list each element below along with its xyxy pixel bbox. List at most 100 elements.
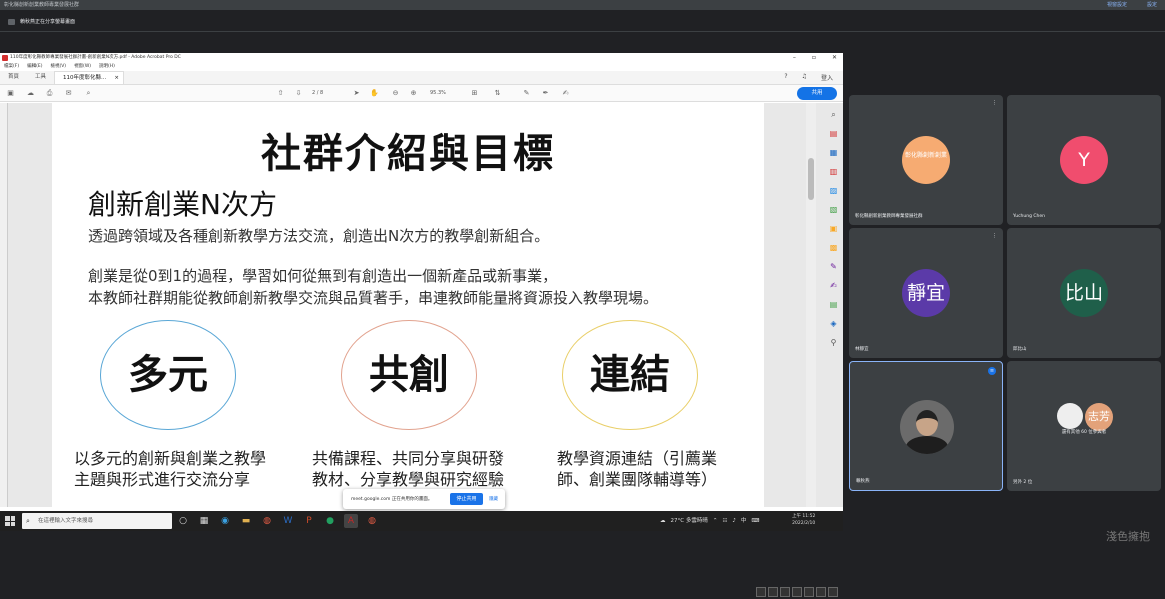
participant-avatar: 靜宜 <box>902 269 950 317</box>
participant-tile[interactable]: ⋮ 靜宜 林靜宜 <box>849 228 1003 358</box>
print-icon[interactable]: ⎙ <box>45 89 54 98</box>
settings-link[interactable]: 設定 <box>1147 0 1157 10</box>
scroll-mode-icon[interactable]: ⇅ <box>493 89 502 98</box>
menu-edit[interactable]: 編輯(E) <box>27 63 42 71</box>
widgets-icon[interactable]: ▦ <box>197 514 211 528</box>
select-cursor-icon[interactable]: ➤ <box>352 89 361 98</box>
zoom-search-icon[interactable]: ⌕ <box>829 108 838 121</box>
mini-control-6[interactable] <box>816 587 826 597</box>
more-tools-icon[interactable]: ⚲ <box>829 336 838 349</box>
zoom-level[interactable]: 95.3% <box>430 89 446 98</box>
hand-tool-icon[interactable]: ✋ <box>370 89 379 98</box>
presenting-label: 賴秋燕正在分享螢幕畫面 <box>20 19 76 25</box>
organize-pages-icon[interactable]: ▥ <box>829 165 838 178</box>
acrobat-taskbar-icon[interactable]: A <box>344 514 358 528</box>
line-icon[interactable]: ● <box>323 514 337 528</box>
file-explorer-icon[interactable]: ▬ <box>239 514 253 528</box>
minimize-icon[interactable]: – <box>793 53 796 63</box>
mini-control-7[interactable] <box>828 587 838 597</box>
mini-control-3[interactable] <box>780 587 790 597</box>
highlight-icon[interactable]: ✒ <box>541 89 550 98</box>
comment-icon[interactable]: ✎ <box>522 89 531 98</box>
volume-icon[interactable]: ♪ <box>732 514 736 528</box>
search-icon[interactable]: ⌕ <box>84 89 93 98</box>
combine-files-icon[interactable]: ▦ <box>829 146 838 159</box>
start-windows-icon[interactable] <box>5 516 15 526</box>
presenting-chip[interactable]: 賴秋燕正在分享螢幕畫面 <box>4 16 81 28</box>
participant-tile[interactable]: ⋮ 彰化縣創新創業 彰化縣創新創業教師專業發展社群 <box>849 95 1003 225</box>
hide-notice-button[interactable]: 隱藏 <box>489 496 498 502</box>
maximize-icon[interactable]: ▫ <box>812 53 816 63</box>
weather-text[interactable]: 27°C 多雲時晴 <box>671 514 708 528</box>
ime-mode-icon[interactable]: ⌨ <box>751 514 759 528</box>
fill-sign-icon[interactable]: ✎ <box>829 260 838 273</box>
sign-icon[interactable]: ✍ <box>561 89 570 98</box>
left-panel-rail[interactable] <box>0 103 8 507</box>
mini-control-4[interactable] <box>792 587 802 597</box>
close-icon[interactable]: ✕ <box>832 53 837 63</box>
login-link[interactable]: 登入 <box>821 73 833 82</box>
task-view-icon[interactable]: ○ <box>176 514 190 528</box>
chrome-2-icon[interactable]: ◍ <box>365 514 379 528</box>
window-settings-link[interactable]: 視窗設定 <box>1107 0 1127 10</box>
tab-document[interactable]: 110年度彰化縣... × <box>54 71 125 85</box>
desc-connect-line-2: 師、創業團隊輔導等） <box>557 470 718 489</box>
next-page-icon[interactable]: ⇩ <box>294 89 303 98</box>
comment-tool-icon[interactable]: ▣ <box>829 222 838 235</box>
participant-tile-speaking[interactable]: ≡ 賴秋燕 <box>849 361 1003 491</box>
export-pdf-icon[interactable]: ▨ <box>829 184 838 197</box>
tab-home[interactable]: 首頁 <box>0 71 27 84</box>
scan-icon[interactable]: ▤ <box>829 298 838 311</box>
protect-icon[interactable]: ◈ <box>829 317 838 330</box>
ime-indicator[interactable]: 中 <box>741 514 747 528</box>
tab-tools[interactable]: 工具 <box>27 71 54 84</box>
taskbar-clock[interactable]: 上午 11:52 2022/2/10 <box>792 513 815 527</box>
mail-icon[interactable]: ✉ <box>64 89 73 98</box>
page-indicator[interactable]: 2 / 8 <box>312 89 323 98</box>
upload-icon[interactable]: ☁ <box>26 89 35 98</box>
stamp-icon[interactable]: ▩ <box>829 241 838 254</box>
participant-tile[interactable]: Y Yuchung Chen <box>1007 95 1161 225</box>
menu-window[interactable]: 視窗(W) <box>74 63 91 71</box>
participant-photo-avatar <box>1057 403 1083 429</box>
mini-control-1[interactable] <box>756 587 766 597</box>
tab-close-icon[interactable]: × <box>114 72 119 85</box>
menu-file[interactable]: 檔案(F) <box>4 63 19 71</box>
clock-date: 2022/2/10 <box>792 521 816 526</box>
watermark: 淺色擁抱 <box>1106 530 1150 543</box>
edit-pdf-icon[interactable]: ▧ <box>829 203 838 216</box>
menu-view[interactable]: 檢視(V) <box>50 63 66 71</box>
presenting-bar: 賴秋燕正在分享螢幕畫面 <box>0 10 1165 32</box>
acrobat-toolbar: ▣ ☁ ⎙ ✉ ⌕ ⇧ ⇩ 2 / 8 ➤ ✋ ⊖ ⊕ 95.3% ⊞ ⇅ ✎ … <box>0 85 843 102</box>
bell-icon[interactable]: ♫ <box>802 73 807 82</box>
taskbar-search-input[interactable]: ⌕ 在這裡輸入文字來搜尋 <box>22 513 172 529</box>
desc-connect-line-1: 教學資源連結（引薦業 <box>557 449 718 468</box>
help-icon[interactable]: ? <box>784 73 787 82</box>
save-icon[interactable]: ▣ <box>6 89 15 98</box>
video-person-body <box>906 436 948 454</box>
scrollbar-thumb[interactable] <box>808 158 814 200</box>
mini-control-5[interactable] <box>804 587 814 597</box>
vertical-scrollbar[interactable] <box>806 103 816 507</box>
powerpoint-icon[interactable]: P <box>302 514 316 528</box>
prev-page-icon[interactable]: ⇧ <box>276 89 285 98</box>
share-button[interactable]: 共用 <box>797 87 837 100</box>
network-icon[interactable]: ☷ <box>722 514 727 528</box>
menu-help[interactable]: 說明(H) <box>99 63 115 71</box>
weather-icon[interactable]: ☁ <box>660 514 666 528</box>
chrome-icon[interactable]: ◍ <box>260 514 274 528</box>
right-tools-pane: ⌕ ▤ ▦ ▥ ▨ ▧ ▣ ▩ ✎ ✍ ▤ ◈ ⚲ <box>824 108 843 349</box>
fit-page-icon[interactable]: ⊞ <box>470 89 479 98</box>
mini-control-2[interactable] <box>768 587 778 597</box>
zoom-in-icon[interactable]: ⊕ <box>409 89 418 98</box>
stop-sharing-button[interactable]: 停止共用 <box>450 493 483 505</box>
participant-tile[interactable]: 比山 邱比山 <box>1007 228 1161 358</box>
send-sign-icon[interactable]: ✍ <box>829 279 838 292</box>
participant-tile-others[interactable]: 志芳 還有其他 60 位參與者 另外 2 位 <box>1007 361 1161 491</box>
tray-arrow-icon[interactable]: ⌃ <box>713 514 718 528</box>
word-icon[interactable]: W <box>281 514 295 528</box>
zoom-out-icon[interactable]: ⊖ <box>391 89 400 98</box>
create-pdf-icon[interactable]: ▤ <box>829 127 838 140</box>
desc-diverse-line-1: 以多元的創新與創業之教學 <box>74 449 267 468</box>
edge-icon[interactable]: ◉ <box>218 514 232 528</box>
